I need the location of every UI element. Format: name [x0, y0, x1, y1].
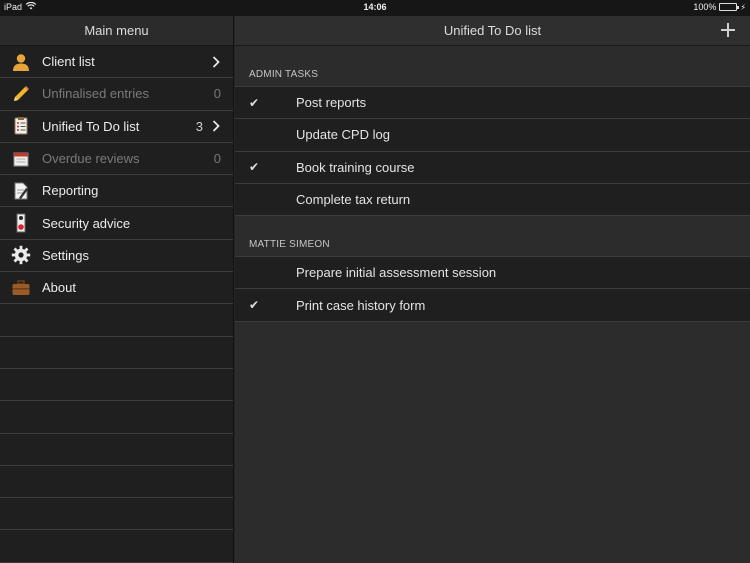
- sidebar-item-about[interactable]: About: [0, 272, 233, 305]
- section-header: ADMIN TASKS: [235, 46, 750, 87]
- sidebar-item-count: 0: [213, 151, 221, 167]
- charging-icon: ⚡: [740, 2, 746, 12]
- section-header: MATTIE SIMEON: [235, 216, 750, 258]
- task-row[interactable]: ✔ Post reports: [235, 87, 750, 120]
- gear-icon: [11, 245, 31, 265]
- todo-sections: ADMIN TASKS ✔ Post reports Update CPD log ✔ B…: [235, 46, 750, 322]
- sidebar-item-security-advice[interactable]: Security advice: [0, 207, 233, 240]
- main-header: Unified To Do list: [235, 16, 750, 46]
- pencil-icon: [11, 84, 31, 104]
- sidebar-item-label: Client list: [42, 54, 95, 70]
- status-bar: iPad 14:06 100% ⚡: [0, 0, 750, 16]
- empty-row: [0, 368, 233, 402]
- sidebar-item-label: Reporting: [42, 183, 99, 199]
- sidebar-item-label: Unified To Do list: [42, 118, 140, 134]
- battery-icon: [719, 3, 740, 11]
- chevron-right-icon: [209, 56, 223, 68]
- main-panel: Unified To Do list ADMIN TASKS ✔ Post repo…: [235, 16, 750, 563]
- empty-row: [0, 530, 233, 563]
- empty-row: [0, 498, 233, 531]
- sidebar-menu: Client list Unfinalised entries 0 Unified T…: [0, 46, 233, 305]
- empty-row: [0, 433, 233, 466]
- sidebar-item-label: About: [42, 280, 76, 296]
- task-label: Prepare initial assessment session: [296, 265, 497, 281]
- sidebar-item-count: 3: [195, 118, 203, 134]
- sidebar-item-unified-to-do-list[interactable]: Unified To Do list 3: [0, 111, 233, 143]
- sidebar-item-label: Overdue reviews: [42, 151, 140, 167]
- status-time: 14:06: [363, 2, 387, 12]
- empty-row: [0, 304, 233, 337]
- briefcase-icon: [11, 278, 31, 298]
- task-row[interactable]: Update CPD log: [235, 119, 750, 152]
- checkmark-icon[interactable]: ✔: [235, 96, 296, 110]
- chevron-right-icon: [209, 120, 223, 132]
- battery-percent: 100%: [693, 2, 717, 12]
- add-button[interactable]: [720, 22, 736, 38]
- task-row[interactable]: Prepare initial assessment session: [235, 257, 750, 290]
- empty-row: [0, 401, 233, 434]
- task-section: ADMIN TASKS ✔ Post reports Update CPD log ✔ B…: [235, 46, 750, 217]
- checklist-icon: [11, 116, 31, 136]
- task-label: Book training course: [296, 159, 415, 175]
- task-row[interactable]: Complete tax return: [235, 183, 750, 217]
- sidebar-item-label: Security advice: [42, 215, 131, 231]
- task-row[interactable]: ✔ Book training course: [235, 151, 750, 184]
- checkmark-icon[interactable]: ✔: [235, 160, 296, 174]
- sidebar-item-label: Unfinalised entries: [42, 86, 149, 102]
- empty-row: [0, 465, 233, 499]
- task-label: Complete tax return: [296, 192, 411, 208]
- checkmark-icon[interactable]: ✔: [235, 298, 296, 312]
- task-row[interactable]: ✔ Print case history form: [235, 289, 750, 322]
- task-label: Print case history form: [296, 297, 426, 313]
- sidebar: Main menu Client list Unfinalised entries…: [0, 16, 234, 563]
- sidebar-item-unfinalised-entries[interactable]: Unfinalised entries 0: [0, 78, 233, 111]
- sidebar-item-client-list[interactable]: Client list: [0, 46, 233, 79]
- door-hanger-icon: [11, 213, 31, 233]
- empty-row: [0, 336, 233, 369]
- sidebar-title: Main menu: [0, 16, 233, 46]
- sidebar-item-label: Settings: [42, 247, 89, 263]
- page-title: Unified To Do list: [443, 23, 542, 38]
- task-label: Post reports: [296, 95, 367, 111]
- sidebar-item-settings[interactable]: Settings: [0, 240, 233, 273]
- sidebar-item-count: 0: [213, 86, 221, 102]
- sidebar-item-overdue-reviews[interactable]: Overdue reviews 0: [0, 143, 233, 176]
- task-label: Update CPD log: [296, 127, 390, 143]
- calendar-icon: [11, 149, 31, 169]
- person-icon: [11, 52, 31, 72]
- document-pen-icon: [11, 181, 31, 201]
- sidebar-item-reporting[interactable]: Reporting: [0, 175, 233, 208]
- task-section: MATTIE SIMEON Prepare initial assessment …: [235, 216, 750, 322]
